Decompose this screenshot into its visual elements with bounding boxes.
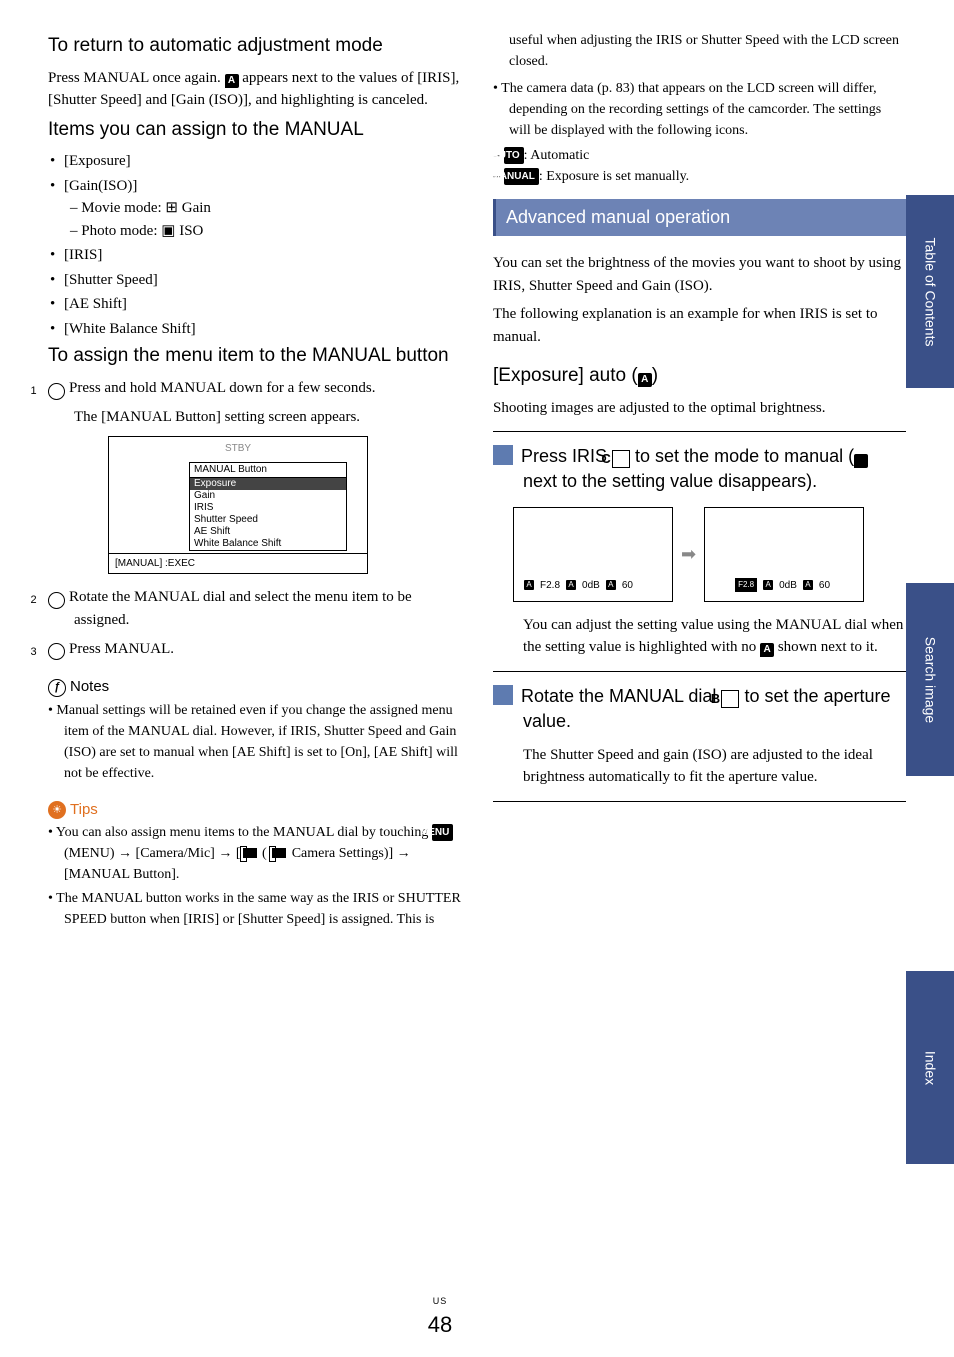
- item-exposure: [Exposure]: [48, 150, 461, 173]
- shot-opt-iris: IRIS: [190, 502, 346, 514]
- step-box-1-icon: 1: [493, 445, 513, 465]
- item-wb-shift: [White Balance Shift]: [48, 318, 461, 341]
- divider: [493, 431, 906, 432]
- tab-blank: [906, 0, 954, 193]
- tip-2: The MANUAL button works in the same way …: [48, 888, 461, 930]
- shot-opt-wb: White Balance Shift: [190, 538, 346, 550]
- big-step-1: 1Press IRIS C to set the mode to manual …: [493, 444, 906, 494]
- item-iris: [IRIS]: [48, 244, 461, 267]
- right-column: useful when adjusting the IRIS or Shutte…: [481, 30, 934, 1280]
- section-advanced-manual: Advanced manual operation: [493, 199, 906, 236]
- notes-icon: ƒ: [48, 679, 66, 697]
- step-1-after: You can adjust the setting value using t…: [493, 614, 906, 659]
- folder-icon-2: [272, 848, 286, 858]
- film-icon: ⊞: [165, 199, 178, 216]
- notes-list: Manual settings will be retained even if…: [48, 700, 461, 784]
- mini-a-icon: A: [803, 580, 813, 590]
- shot-selected: Exposure: [190, 478, 346, 490]
- tab-blank: [906, 1164, 954, 1357]
- step-number-1-icon: 1: [48, 383, 65, 400]
- camera-icon: ▣: [161, 222, 175, 239]
- assignable-items-list: [Exposure] [Gain(ISO)] Movie mode: ⊞ Gai…: [48, 150, 461, 340]
- diagram-before: A F2.8 A 0dB A 60: [513, 507, 673, 602]
- intro-1: You can set the brightness of the movies…: [493, 252, 906, 297]
- shot-stby: STBY: [109, 437, 367, 460]
- divider: [493, 671, 906, 672]
- tips-heading: Tips: [48, 799, 98, 822]
- step-3: 3Press MANUAL.: [48, 638, 461, 661]
- tab-search[interactable]: Search image: [906, 581, 954, 776]
- item-ae-shift: [AE Shift]: [48, 293, 461, 316]
- tab-blank: [906, 776, 954, 969]
- icon-auto-line: – AUTO: Automatic: [509, 145, 906, 166]
- step-2: 2Rotate the MANUAL dial and select the m…: [48, 586, 461, 631]
- mini-a-icon: A: [566, 580, 576, 590]
- item-gain: [Gain(ISO)] Movie mode: ⊞ Gain Photo mod…: [48, 175, 461, 243]
- shot-opt-ae: AE Shift: [190, 526, 346, 538]
- tip-1: You can also assign menu items to the MA…: [48, 822, 461, 885]
- diagram-after: F2.8 A 0dB A 60: [704, 507, 864, 602]
- step-number-2-icon: 2: [48, 592, 65, 609]
- label-c-icon: C: [612, 450, 630, 468]
- auto-a-icon-3: A: [854, 454, 868, 468]
- tip-cont-list: The camera data (p. 83) that appears on …: [493, 78, 906, 187]
- tab-blank: [906, 388, 954, 581]
- notes-heading: ƒ Notes: [48, 676, 109, 699]
- big-step-2: 2Rotate the MANUAL dial B to set the ape…: [493, 684, 906, 734]
- label-b-icon: B: [721, 690, 739, 708]
- para-return-auto: Press MANUAL once again. A appears next …: [48, 67, 461, 112]
- item-shutter: [Shutter Speed]: [48, 269, 461, 292]
- manual-button-screenshot: STBY MANUAL Button Exposure Gain IRIS Sh…: [108, 436, 368, 574]
- note-1: Manual settings will be retained even if…: [48, 700, 461, 784]
- heading-assign-button: To assign the menu item to the MANUAL bu…: [48, 344, 461, 369]
- auto-a-icon: A: [225, 74, 239, 88]
- intro-2: The following explanation is an example …: [493, 303, 906, 348]
- step-1: 1Press and hold MANUAL down for a few se…: [48, 377, 461, 400]
- tips-list: You can also assign menu items to the MA…: [48, 822, 461, 930]
- shot-opt-gain: Gain: [190, 490, 346, 502]
- tip-2-cont: useful when adjusting the IRIS or Shutte…: [493, 30, 906, 72]
- item-gain-movie: Movie mode: ⊞ Gain: [70, 197, 461, 220]
- mini-a-icon: A: [524, 580, 534, 590]
- heading-items-assign: Items you can assign to the MANUAL: [48, 118, 461, 143]
- side-tabs: Table of Contents Search image Index: [906, 0, 954, 1357]
- tip-camera-data: The camera data (p. 83) that appears on …: [493, 78, 906, 187]
- step-box-2-icon: 2: [493, 685, 513, 705]
- heading-exposure-auto: [Exposure] auto (A): [493, 364, 906, 389]
- mini-a-icon: A: [763, 580, 773, 590]
- step-number-3-icon: 3: [48, 643, 65, 660]
- left-column: To return to automatic adjustment mode P…: [48, 30, 481, 1280]
- folder-icon: [243, 848, 257, 858]
- auto-badge-icon: AUTO: [504, 147, 524, 164]
- tab-index[interactable]: Index: [906, 969, 954, 1164]
- step-2-after: The Shutter Speed and gain (ISO) are adj…: [493, 744, 906, 789]
- arrow-right-icon: ➡: [681, 541, 696, 568]
- tips-icon: [48, 801, 66, 819]
- auto-a-icon-4: A: [760, 643, 774, 657]
- mini-a-icon: A: [606, 580, 616, 590]
- auto-a-icon-2: A: [638, 373, 652, 387]
- divider: [493, 801, 906, 802]
- item-gain-photo: Photo mode: ▣ ISO: [70, 220, 461, 243]
- shot-opt-shutter: Shutter Speed: [190, 514, 346, 526]
- f28-inverted: F2.8: [735, 578, 757, 592]
- menu-badge-icon: MENU: [432, 824, 453, 841]
- shot-footer: [MANUAL] :EXEC: [109, 553, 367, 573]
- manual-badge-icon: MANUAL: [504, 168, 539, 185]
- exposure-auto-para: Shooting images are adjusted to the opti…: [493, 397, 906, 420]
- heading-return-auto: To return to automatic adjustment mode: [48, 34, 461, 59]
- icon-manual-line: – MANUAL: Exposure is set manually.: [509, 166, 906, 187]
- page-number: US 48: [0, 1295, 880, 1342]
- tab-toc[interactable]: Table of Contents: [906, 193, 954, 388]
- iris-diagram: A F2.8 A 0dB A 60 ➡ F2.8 A 0dB A 60: [513, 507, 906, 602]
- step-1-body: The [MANUAL Button] setting screen appea…: [48, 406, 461, 429]
- shot-menu-title: MANUAL Button: [190, 463, 346, 478]
